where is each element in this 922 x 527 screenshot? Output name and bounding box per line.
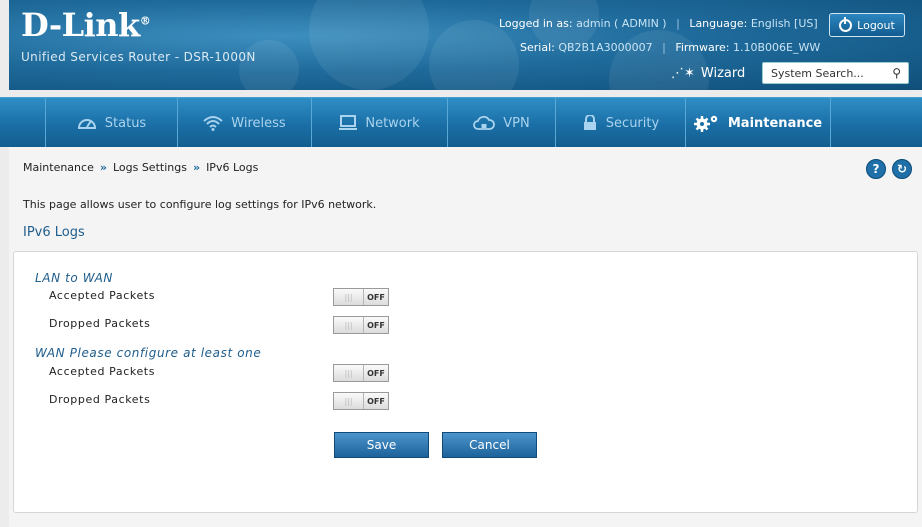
lock-icon [583, 115, 596, 130]
wizard-link[interactable]: ⋰✶ Wizard [671, 66, 745, 81]
tab-maintenance-label: Maintenance [727, 115, 823, 131]
lan-accepted-toggle[interactable]: ||| OFF [333, 288, 389, 306]
cancel-button[interactable]: Cancel [442, 432, 537, 458]
tab-wireless[interactable]: Wireless [178, 98, 312, 148]
tab-security[interactable]: Security [556, 98, 686, 148]
lan-dropped-toggle[interactable]: ||| OFF [333, 316, 389, 334]
router-model: Unified Services Router - DSR-1000N [21, 50, 256, 64]
firmware-value: 1.10B006E_WW [732, 41, 821, 54]
language-label: Language: [689, 17, 748, 30]
content-area: Maintenance» Logs Settings» IPv6 Logs ? ↻ … [9, 147, 922, 527]
main-nav: Status Wireless Network VPN Security Mai… [0, 97, 922, 148]
tab-network[interactable]: Network [312, 98, 448, 148]
login-info: Logged in as: admin ( ADMIN ) | Language… [499, 17, 818, 30]
page-description: This page allows user to configure log s… [23, 198, 377, 211]
wan-heading: WAN Please configure at least one [35, 346, 262, 360]
lan-accepted-label: Accepted Packets [49, 289, 156, 302]
breadcrumb-maintenance[interactable]: Maintenance [23, 161, 94, 174]
language-value[interactable]: English [US] [751, 17, 818, 30]
dlink-logo[interactable]: D-Link® [21, 6, 151, 44]
tab-security-label: Security [605, 115, 660, 131]
logged-in-label: Logged in as: [499, 17, 573, 30]
logout-label: Logout [857, 18, 895, 32]
firmware-label: Firmware: [675, 41, 730, 54]
save-button[interactable]: Save [334, 432, 429, 458]
breadcrumb: Maintenance» Logs Settings» IPv6 Logs [23, 161, 259, 174]
wifi-icon [203, 116, 223, 131]
serial-label: Serial: [520, 41, 555, 54]
tab-maintenance[interactable]: Maintenance [686, 98, 831, 148]
breadcrumb-ipv6-logs: IPv6 Logs [206, 161, 259, 174]
dashboard-icon [77, 119, 96, 129]
tab-network-label: Network [365, 115, 420, 131]
gears-icon [693, 115, 718, 132]
tab-vpn-label: VPN [503, 115, 530, 131]
search-placeholder: System Search... [771, 66, 864, 80]
cloud-lock-icon [473, 115, 496, 130]
tab-vpn[interactable]: VPN [448, 98, 556, 148]
logged-in-user: admin ( ADMIN ) [576, 17, 667, 30]
section-title: IPv6 Logs [23, 225, 85, 240]
tab-status[interactable]: Status [46, 98, 178, 148]
tab-wireless-label: Wireless [231, 115, 286, 131]
wan-dropped-label: Dropped Packets [49, 393, 151, 406]
logout-button[interactable]: Logout [829, 13, 905, 37]
monitor-icon [339, 115, 358, 130]
lan-dropped-label: Dropped Packets [49, 317, 151, 330]
device-info: Serial: QB2B1A3000007 | Firmware: 1.10B0… [520, 41, 821, 54]
system-search-input[interactable]: System Search... ⚲ [762, 62, 909, 84]
serial-value: QB2B1A3000007 [558, 41, 653, 54]
wizard-label: Wizard [700, 66, 746, 81]
header-banner: D-Link® Unified Services Router - DSR-10… [9, 0, 922, 90]
magic-wand-icon: ⋰✶ [671, 66, 695, 81]
help-icon[interactable]: ? [866, 159, 886, 179]
search-icon[interactable]: ⚲ [892, 66, 901, 80]
breadcrumb-logs-settings[interactable]: Logs Settings [113, 161, 187, 174]
wan-dropped-toggle[interactable]: ||| OFF [333, 392, 389, 410]
wan-accepted-toggle[interactable]: ||| OFF [333, 364, 389, 382]
refresh-icon[interactable]: ↻ [892, 159, 912, 179]
wan-accepted-label: Accepted Packets [49, 365, 156, 378]
power-icon [839, 16, 853, 32]
lan-to-wan-heading: LAN to WAN [35, 271, 113, 285]
ipv6-logs-panel: LAN to WAN Accepted Packets ||| OFF Dropp… [13, 251, 918, 513]
tab-status-label: Status [104, 115, 147, 131]
